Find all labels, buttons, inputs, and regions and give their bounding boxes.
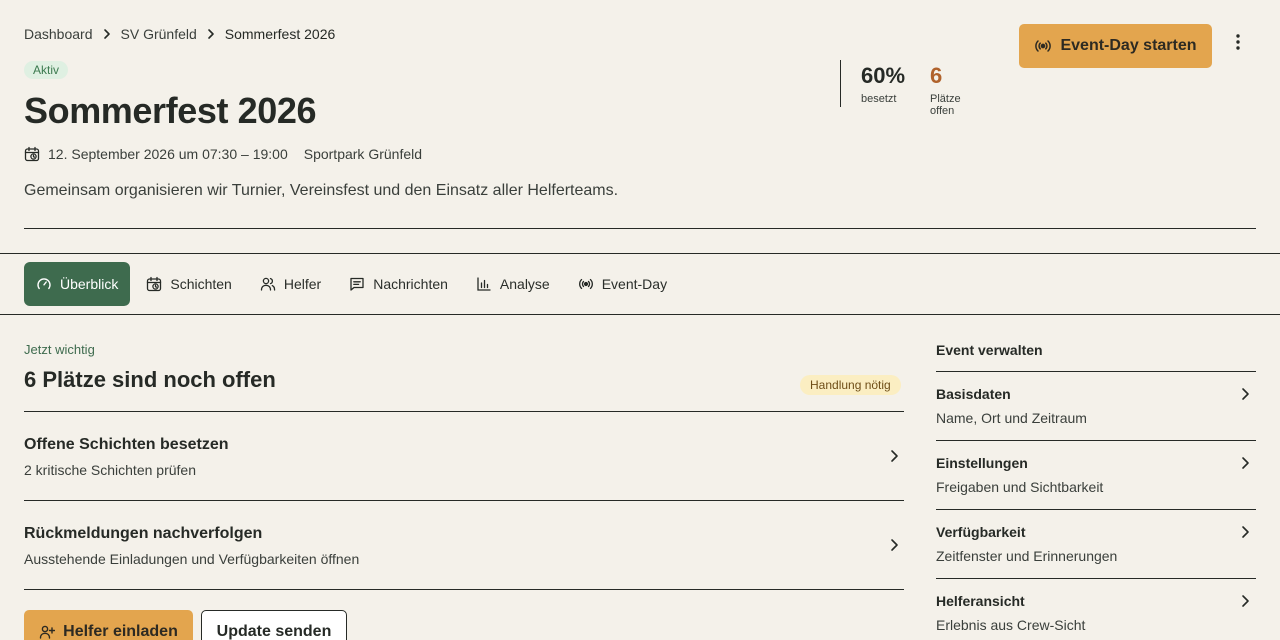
tab-bar: Überblick Schichten Helfer Nachrichten A… [24,262,683,306]
task-title: Rückmeldungen nachverfolgen [24,525,263,542]
action-required-badge: Handlung nötig [800,375,901,395]
send-update-button[interactable]: Update senden [201,610,347,640]
send-update-label: Update senden [216,623,332,640]
tab-analytics[interactable]: Analyse [464,262,562,306]
chevron-right-icon [197,28,225,40]
side-item-title: Einstellungen [936,455,1028,471]
tab-event-day[interactable]: Event-Day [566,262,679,306]
tab-overview[interactable]: Überblick [24,262,131,306]
more-options-icon[interactable] [1228,32,1248,52]
stat-open-spots-label: Plätze offen [930,93,961,117]
tab-helpers[interactable]: Helfer [248,262,333,306]
side-item-subtitle: Freigaben und Sichtbarkeit [936,479,1104,495]
stat-occupancy: 60% besetzt [861,63,905,105]
tab-event-day-label: Event-Day [601,276,668,292]
side-item-einstellungen[interactable]: Einstellungen Freigaben und Sichtbarkeit [936,441,1256,510]
chevron-right-icon [93,28,121,40]
side-item-basisdaten[interactable]: Basisdaten Name, Ort und Zeitraum [936,372,1256,441]
event-description: Gemeinsam organisieren wir Turnier, Vere… [24,182,619,199]
task-subtitle: 2 kritische Schichten prüfen [24,462,196,478]
task-item-followups[interactable]: Rückmeldungen nachverfolgen Ausstehende … [24,501,904,589]
invite-helpers-button[interactable]: Helfer einladen [24,610,193,640]
side-item-title: Verfügbarkeit [936,524,1026,540]
chevron-right-icon [888,537,900,553]
stat-occupancy-label: besetzt [861,93,897,105]
event-location: Sportpark Grünfeld [303,146,423,162]
side-item-title: Basisdaten [936,386,1011,402]
invite-helpers-label: Helfer einladen [63,623,178,640]
breadcrumb-dashboard[interactable]: Dashboard [24,26,93,42]
start-event-day-button[interactable]: Event-Day starten [1019,24,1212,68]
chevron-right-icon [1240,525,1250,539]
tab-overview-label: Überblick [60,276,119,292]
tab-shifts[interactable]: Schichten [134,262,243,306]
stats-panel: 60% besetzt 6 Plätze offen [840,60,961,117]
stat-occupancy-value: 60% [861,63,906,88]
side-item-subtitle: Erlebnis aus Crew-Sicht [936,617,1086,633]
broadcast-icon [1034,37,1052,55]
breadcrumb-current: Sommerfest 2026 [224,26,336,42]
breadcrumb-club[interactable]: SV Grünfeld [121,26,197,42]
side-item-subtitle: Name, Ort und Zeitraum [936,410,1087,426]
users-icon [260,276,276,292]
tabs-bottom-divider [0,314,1280,315]
side-item-title: Helferansicht [936,593,1025,609]
stat-open-spots-value: 6 [930,63,943,88]
calendar-clock-icon [24,146,40,162]
chevron-right-icon [1240,387,1250,401]
side-item-verfuegbarkeit[interactable]: Verfügbarkeit Zeitfenster und Erinnerung… [936,510,1256,579]
page-title: Sommerfest 2026 [24,90,317,131]
user-plus-icon [39,624,56,640]
side-item-subtitle: Zeitfenster und Erinnerungen [936,548,1118,564]
header-divider [24,228,1256,229]
bar-chart-icon [476,276,492,292]
start-event-day-label: Event-Day starten [1060,37,1197,54]
task-title: Offene Schichten besetzen [24,436,229,453]
chevron-right-icon [1240,594,1250,608]
tab-messages-label: Nachrichten [373,276,448,292]
section-kicker: Jetzt wichtig [24,342,95,357]
tab-helpers-label: Helfer [283,276,322,292]
task-item-open-shifts[interactable]: Offene Schichten besetzen 2 kritische Sc… [24,412,904,500]
event-meta: 12. September 2026 um 07:30 – 19:00 Spor… [24,145,422,163]
tab-shifts-label: Schichten [170,276,232,292]
breadcrumb: Dashboard SV Grünfeld Sommerfest 2026 [24,26,335,42]
tab-messages[interactable]: Nachrichten [337,262,460,306]
stat-open-spots: 6 Plätze offen [930,63,961,117]
calendar-icon [146,276,162,292]
gauge-icon [36,276,52,292]
manage-event-title: Event verwalten [936,342,1043,358]
message-icon [349,276,365,292]
chevron-right-icon [888,448,900,464]
task-subtitle: Ausstehende Einladungen und Verfügbarkei… [24,551,360,567]
section-title: 6 Plätze sind noch offen [24,367,276,392]
tab-analytics-label: Analyse [499,276,550,292]
task-divider [24,589,904,590]
event-date: 12. September 2026 um 07:30 – 19:00 [48,146,288,162]
broadcast-icon [578,276,594,292]
status-badge: Aktiv [24,61,69,79]
side-item-helferansicht[interactable]: Helferansicht Erlebnis aus Crew-Sicht [936,579,1256,640]
chevron-right-icon [1240,456,1250,470]
tabs-top-divider [0,253,1280,254]
